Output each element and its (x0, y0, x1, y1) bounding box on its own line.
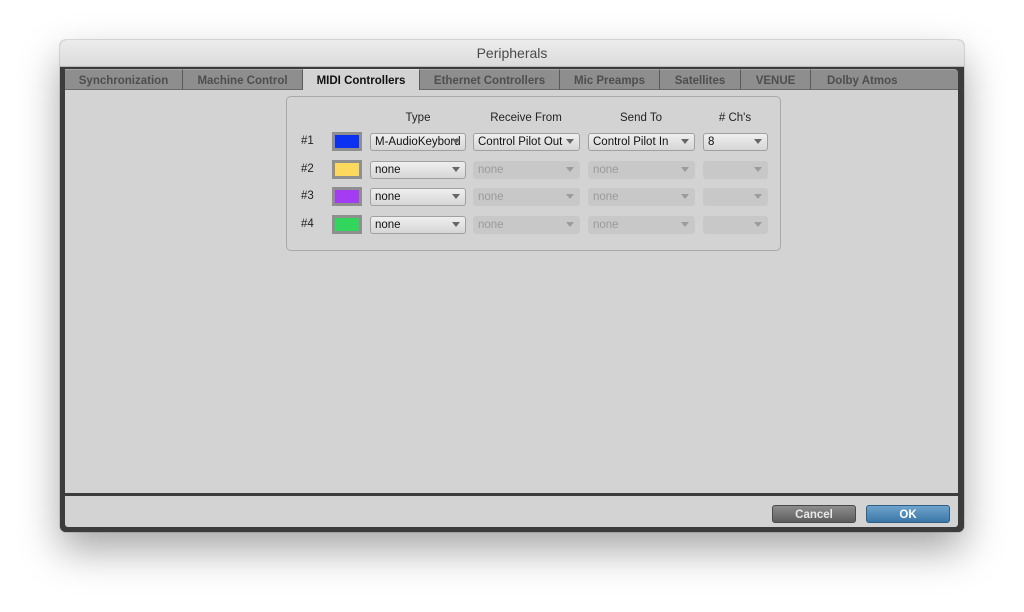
chevron-down-icon (681, 194, 689, 199)
chevron-down-icon (681, 139, 689, 144)
type-select[interactable]: none (370, 188, 466, 206)
send-to-select[interactable]: Control Pilot In (588, 133, 695, 151)
receive-from-select[interactable]: Control Pilot Out (473, 133, 580, 151)
chevron-down-icon (754, 222, 762, 227)
row-number: #3 (301, 190, 314, 202)
window-title: Peripherals (60, 40, 964, 67)
dialog-footer: Cancel OK (65, 496, 958, 527)
tab-synchronization[interactable]: Synchronization (65, 69, 183, 90)
tab-content: Type Receive From Send To # Ch's #1 M-Au… (65, 90, 958, 493)
chevron-down-icon (566, 167, 574, 172)
ok-button[interactable]: OK (866, 505, 950, 523)
tab-satellites[interactable]: Satellites (660, 69, 741, 90)
midi-controllers-panel: Type Receive From Send To # Ch's #1 M-Au… (286, 96, 781, 251)
tab-midi-controllers[interactable]: MIDI Controllers (303, 69, 420, 91)
chevron-down-icon (452, 139, 460, 144)
chevron-down-icon (566, 222, 574, 227)
header-type: Type (405, 112, 431, 124)
chevron-down-icon (452, 194, 460, 199)
type-select[interactable]: none (370, 161, 466, 179)
tab-bar: Synchronization Machine Control MIDI Con… (65, 69, 958, 91)
chevron-down-icon (681, 167, 689, 172)
tab-dolby-atmos[interactable]: Dolby Atmos (811, 69, 958, 90)
color-fill (335, 190, 359, 203)
type-value: none (375, 219, 401, 231)
type-select[interactable]: none (370, 216, 466, 234)
color-fill (335, 163, 359, 176)
header-send-to: Send To (620, 112, 662, 124)
row-number: #1 (301, 135, 314, 147)
chevron-down-icon (681, 222, 689, 227)
receive-from-select: none (473, 161, 580, 179)
send-to-select: none (588, 216, 695, 234)
controller-row: #2 none none none (287, 160, 780, 180)
chevron-down-icon (754, 167, 762, 172)
receive-from-select: none (473, 216, 580, 234)
type-value: none (375, 164, 401, 176)
color-swatch[interactable] (332, 187, 362, 206)
send-to-select: none (588, 188, 695, 206)
type-value: none (375, 191, 401, 203)
chevron-down-icon (566, 194, 574, 199)
row-number: #4 (301, 218, 314, 230)
color-swatch[interactable] (332, 215, 362, 234)
channels-select[interactable]: 8 (703, 133, 768, 151)
chevron-down-icon (754, 194, 762, 199)
send-to-value: Control Pilot In (593, 136, 669, 148)
channels-select (703, 161, 768, 179)
channels-value: 8 (708, 136, 715, 148)
tab-venue[interactable]: VENUE (741, 69, 811, 90)
color-swatch[interactable] (332, 132, 362, 151)
header-channels: # Ch's (718, 112, 752, 124)
receive-from-value: none (478, 164, 504, 176)
controller-row: #4 none none none (287, 215, 780, 235)
send-to-value: none (593, 219, 619, 231)
color-fill (335, 135, 359, 148)
channels-select (703, 216, 768, 234)
receive-from-value: Control Pilot Out (478, 136, 563, 148)
controller-row: #1 M-AudioKeybord Control Pilot Out Cont… (287, 132, 780, 152)
type-value: M-AudioKeybord (375, 136, 461, 148)
row-number: #2 (301, 163, 314, 175)
color-swatch[interactable] (332, 160, 362, 179)
cancel-button[interactable]: Cancel (772, 505, 856, 523)
controller-row: #3 none none none (287, 187, 780, 207)
receive-from-value: none (478, 219, 504, 231)
peripherals-dialog: Peripherals Synchronization Machine Cont… (60, 40, 964, 532)
color-fill (335, 218, 359, 231)
dialog-frame: Synchronization Machine Control MIDI Con… (60, 67, 964, 532)
tab-machine-control[interactable]: Machine Control (183, 69, 303, 90)
send-to-value: none (593, 191, 619, 203)
tab-mic-preamps[interactable]: Mic Preamps (560, 69, 660, 90)
chevron-down-icon (754, 139, 762, 144)
chevron-down-icon (452, 167, 460, 172)
send-to-select: none (588, 161, 695, 179)
chevron-down-icon (452, 222, 460, 227)
send-to-value: none (593, 164, 619, 176)
type-select[interactable]: M-AudioKeybord (370, 133, 466, 151)
chevron-down-icon (566, 139, 574, 144)
receive-from-select: none (473, 188, 580, 206)
tab-ethernet-controllers[interactable]: Ethernet Controllers (420, 69, 560, 90)
channels-select (703, 188, 768, 206)
receive-from-value: none (478, 191, 504, 203)
header-receive-from: Receive From (490, 112, 562, 124)
